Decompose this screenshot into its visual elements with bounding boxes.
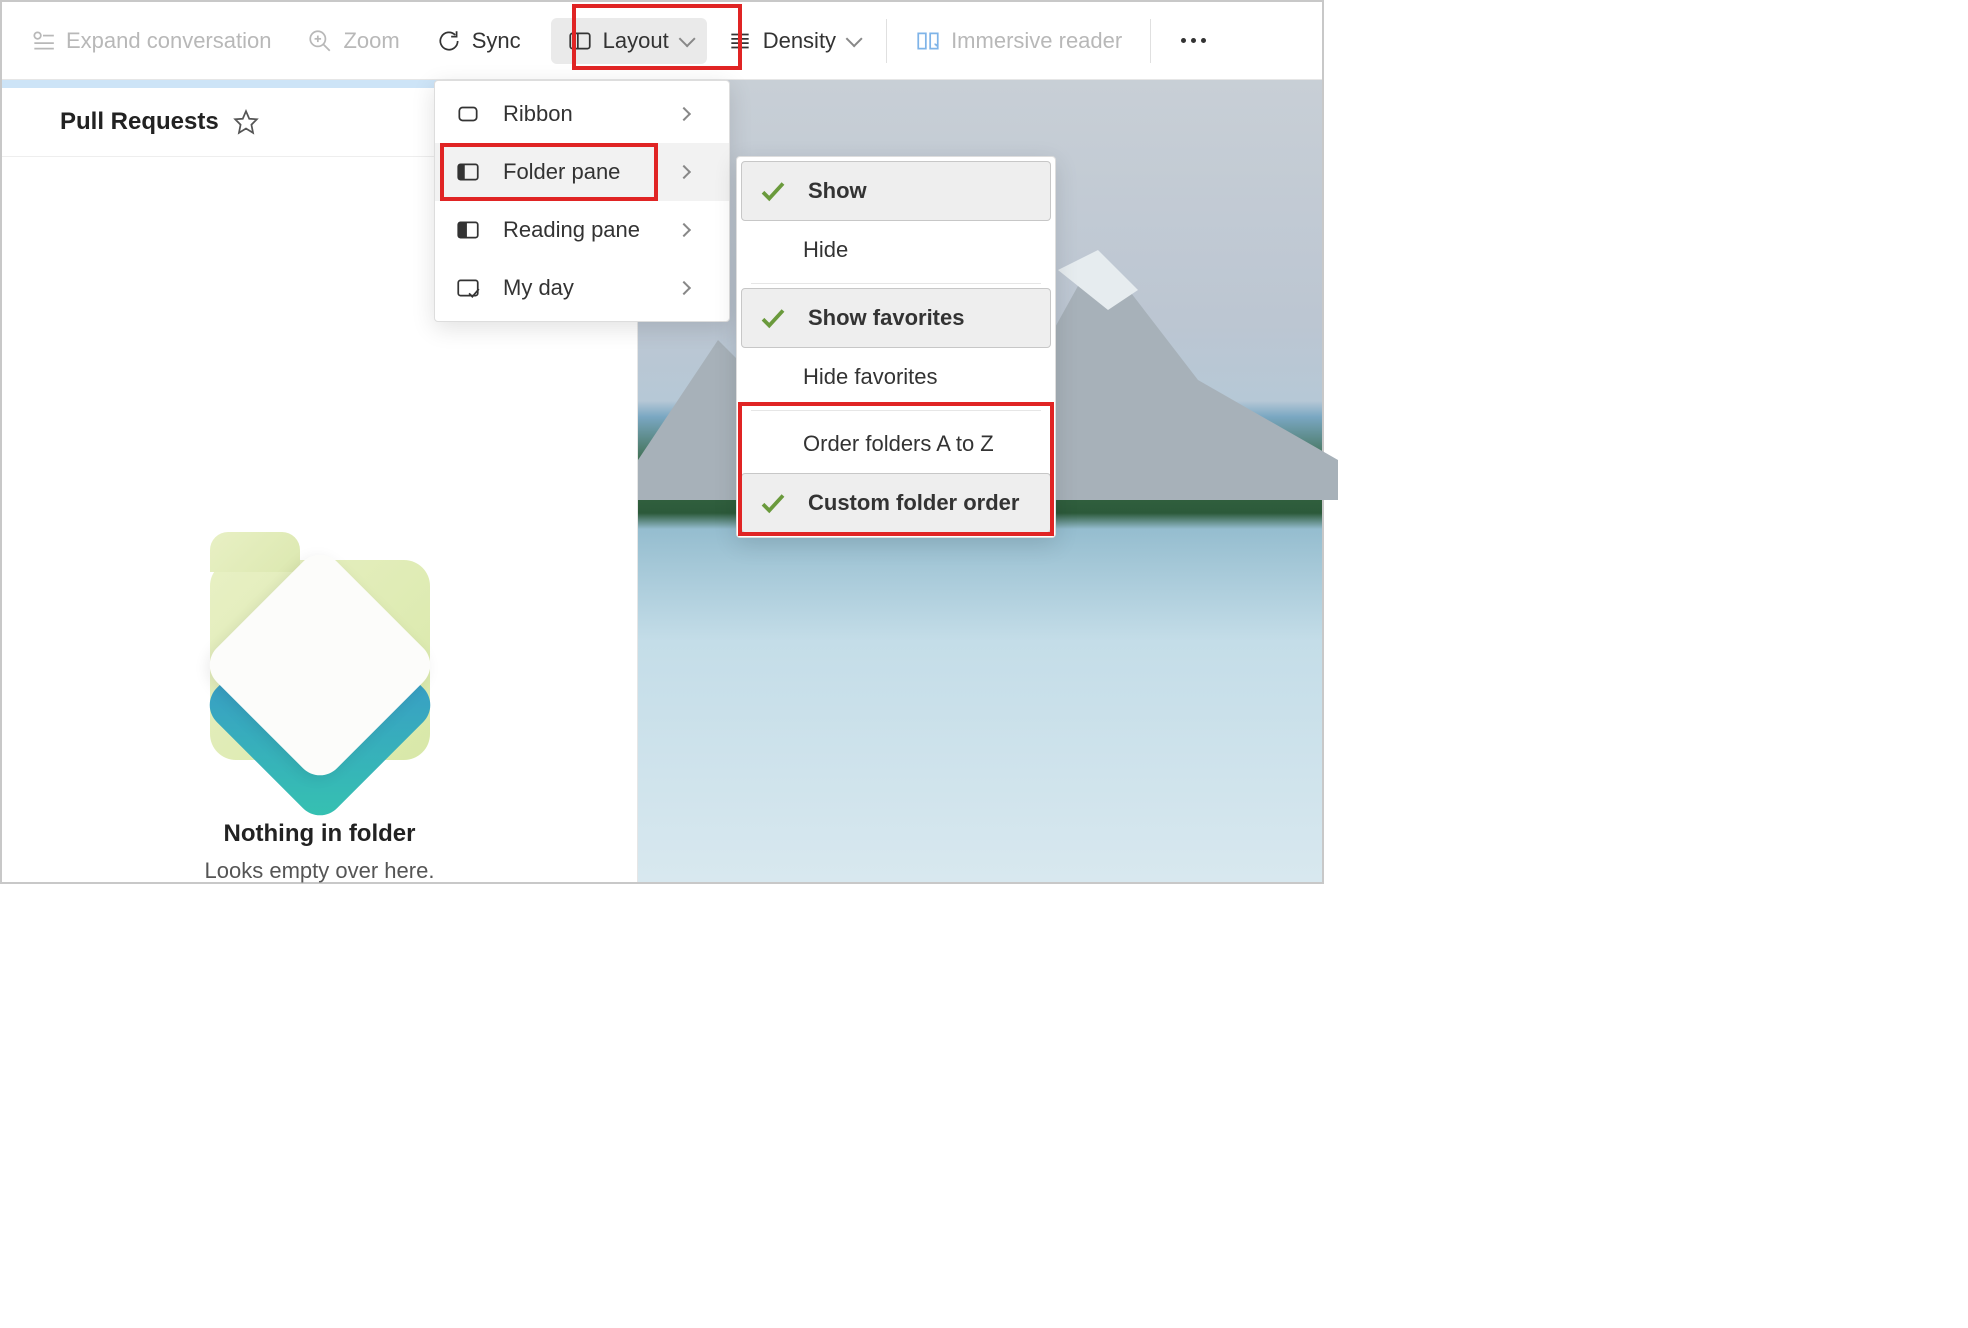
more-button[interactable]: [1163, 28, 1224, 53]
submenu-item-custom-order[interactable]: Custom folder order: [741, 473, 1051, 533]
check-icon: [758, 176, 788, 206]
submenu-item-hide[interactable]: Hide: [737, 221, 1055, 279]
immersive-reader-label: Immersive reader: [951, 28, 1122, 54]
empty-title: Nothing in folder: [2, 820, 637, 848]
layout-menu: Ribbon Folder pane Reading pane My day: [434, 80, 730, 322]
submenu-item-show[interactable]: Show: [741, 161, 1051, 221]
favorite-star-icon[interactable]: [233, 109, 259, 135]
menu-item-folder-pane[interactable]: Folder pane: [435, 143, 729, 201]
immersive-reader-icon: [915, 28, 941, 54]
menu-item-ribbon[interactable]: Ribbon: [435, 85, 729, 143]
empty-state: Nothing in folder Looks empty over here.: [2, 550, 637, 884]
submenu-item-hide-favorites[interactable]: Hide favorites: [737, 348, 1055, 406]
immersive-reader-button[interactable]: Immersive reader: [899, 18, 1138, 64]
expand-conversation-button[interactable]: Expand conversation: [14, 18, 287, 64]
expand-conversation-label: Expand conversation: [66, 28, 271, 54]
sync-label: Sync: [472, 28, 521, 54]
zoom-label: Zoom: [343, 28, 399, 54]
toolbar: Expand conversation Zoom Sync Layout Den…: [2, 2, 1322, 80]
submenu-item-order-az[interactable]: Order folders A to Z: [737, 415, 1055, 473]
layout-button[interactable]: Layout: [551, 18, 707, 64]
menu-item-reading-pane[interactable]: Reading pane: [435, 201, 729, 259]
density-icon: [727, 28, 753, 54]
folder-pane-submenu: Show Hide Show favorites Hide favorites …: [736, 156, 1056, 538]
zoom-button[interactable]: Zoom: [291, 18, 415, 64]
folder-title: Pull Requests: [60, 108, 219, 136]
chevron-right-icon: [677, 165, 691, 179]
chevron-down-icon: [846, 30, 863, 47]
empty-folder-illustration: [205, 550, 435, 780]
chevron-right-icon: [677, 107, 691, 121]
menu-item-my-day[interactable]: My day: [435, 259, 729, 317]
my-day-icon: [453, 273, 483, 303]
check-icon: [758, 488, 788, 518]
folder-pane-icon: [453, 157, 483, 187]
layout-label: Layout: [603, 28, 669, 54]
toolbar-separator: [1150, 19, 1151, 63]
chevron-down-icon: [678, 30, 695, 47]
chevron-right-icon: [677, 281, 691, 295]
layout-icon: [567, 28, 593, 54]
submenu-item-show-favorites[interactable]: Show favorites: [741, 288, 1051, 348]
chevron-right-icon: [677, 223, 691, 237]
toolbar-separator: [886, 19, 887, 63]
empty-subtitle: Looks empty over here.: [2, 858, 637, 884]
menu-separator: [751, 283, 1041, 284]
density-button[interactable]: Density: [711, 18, 874, 64]
check-icon: [758, 303, 788, 333]
reading-pane-icon: [453, 215, 483, 245]
density-label: Density: [763, 28, 836, 54]
menu-separator: [751, 410, 1041, 411]
sync-button[interactable]: Sync: [420, 18, 537, 64]
ribbon-icon: [453, 99, 483, 129]
